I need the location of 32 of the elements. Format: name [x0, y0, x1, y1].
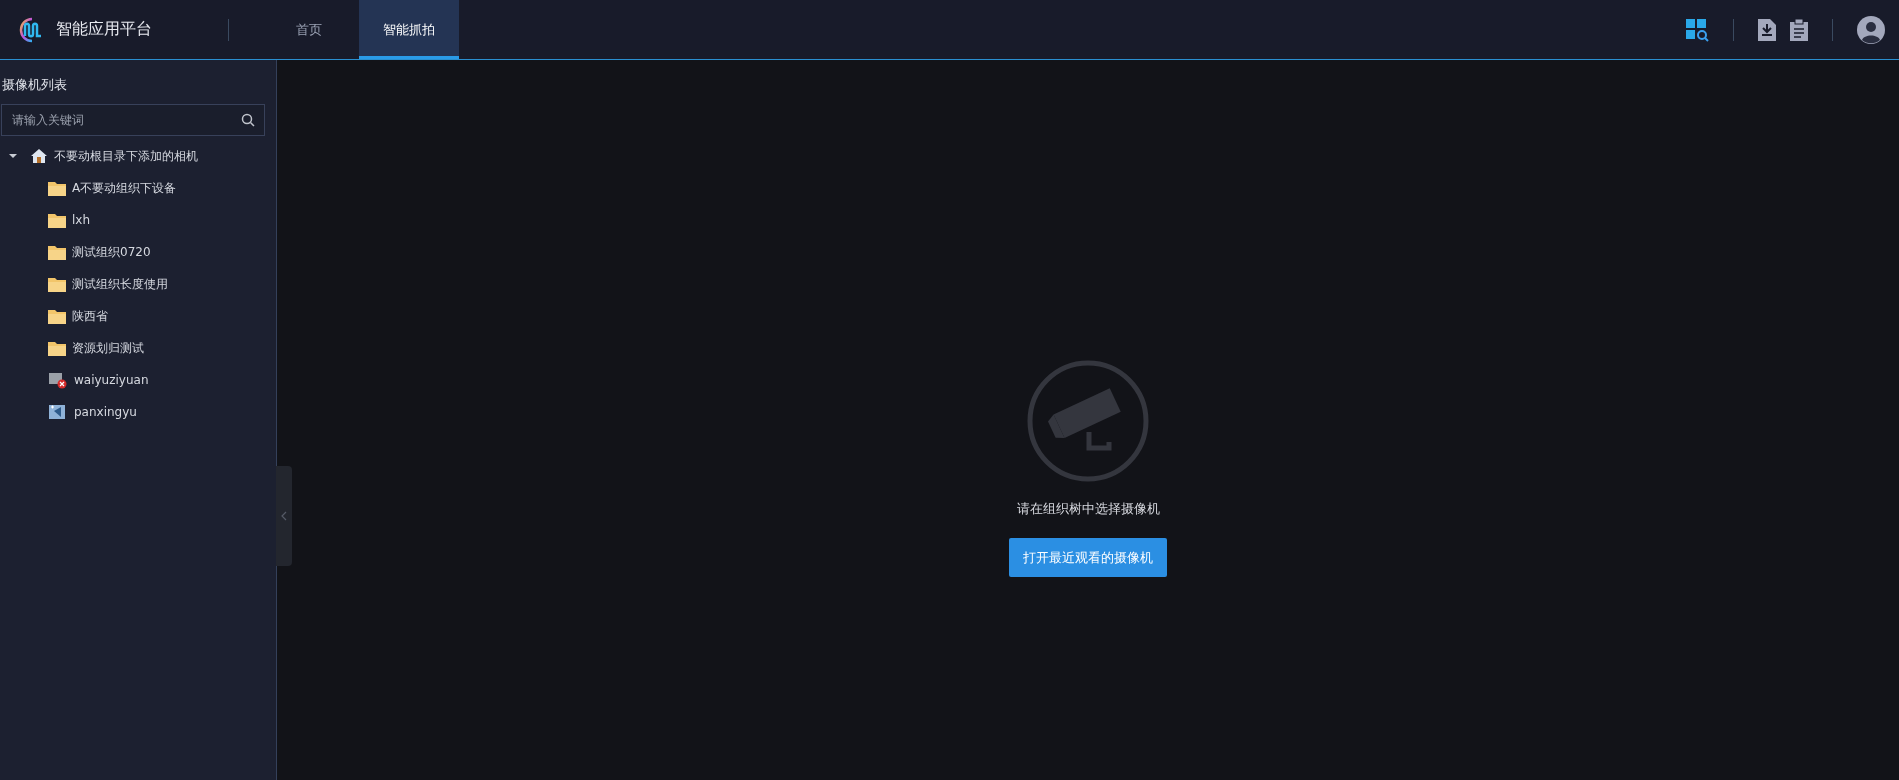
camera-placeholder-icon [1027, 360, 1149, 482]
avatar-icon[interactable] [1857, 15, 1885, 44]
camera-icon [48, 403, 68, 421]
tree-item[interactable]: 陕西省 [72, 307, 108, 325]
home-icon [30, 148, 48, 164]
sidebar-title: 摄像机列表 [1, 76, 68, 94]
tree-item[interactable]: 资源划归测试 [72, 339, 144, 357]
nav-tab[interactable]: 首页 [259, 0, 359, 59]
folder-icon [48, 340, 66, 356]
tree-item[interactable]: lxh [72, 213, 91, 227]
tree-item[interactable]: 测试组织0720 [72, 243, 151, 261]
folder-icon [48, 180, 66, 196]
search-icon[interactable] [241, 113, 255, 127]
offline-camera-icon [48, 371, 68, 389]
clipboard-icon[interactable] [1790, 18, 1808, 41]
download-icon[interactable] [1758, 18, 1776, 41]
tree-item[interactable]: 不要动根目录下添加的相机 [54, 147, 198, 165]
grid-search-icon[interactable] [1685, 17, 1709, 42]
folder-icon [48, 244, 66, 260]
search-field[interactable]: 请输入关键词 [1, 104, 265, 136]
folder-icon [48, 308, 66, 324]
caret-down-icon[interactable] [8, 151, 18, 161]
tree-item[interactable]: panxingyu [74, 405, 137, 419]
nav-tab[interactable]: 智能抓拍 [359, 0, 459, 59]
tree-item[interactable]: waiyuziyuan [74, 373, 149, 387]
empty-message: 请在组织树中选择摄像机 [1016, 500, 1160, 518]
app-title: 智能应用平台 [56, 19, 152, 40]
collapse-handle[interactable] [276, 466, 292, 566]
tree-item[interactable]: 测试组织长度使用 [72, 275, 168, 293]
folder-icon [48, 276, 66, 292]
folder-icon [48, 212, 66, 228]
tree-item[interactable]: A不要动组织下设备 [72, 179, 177, 197]
